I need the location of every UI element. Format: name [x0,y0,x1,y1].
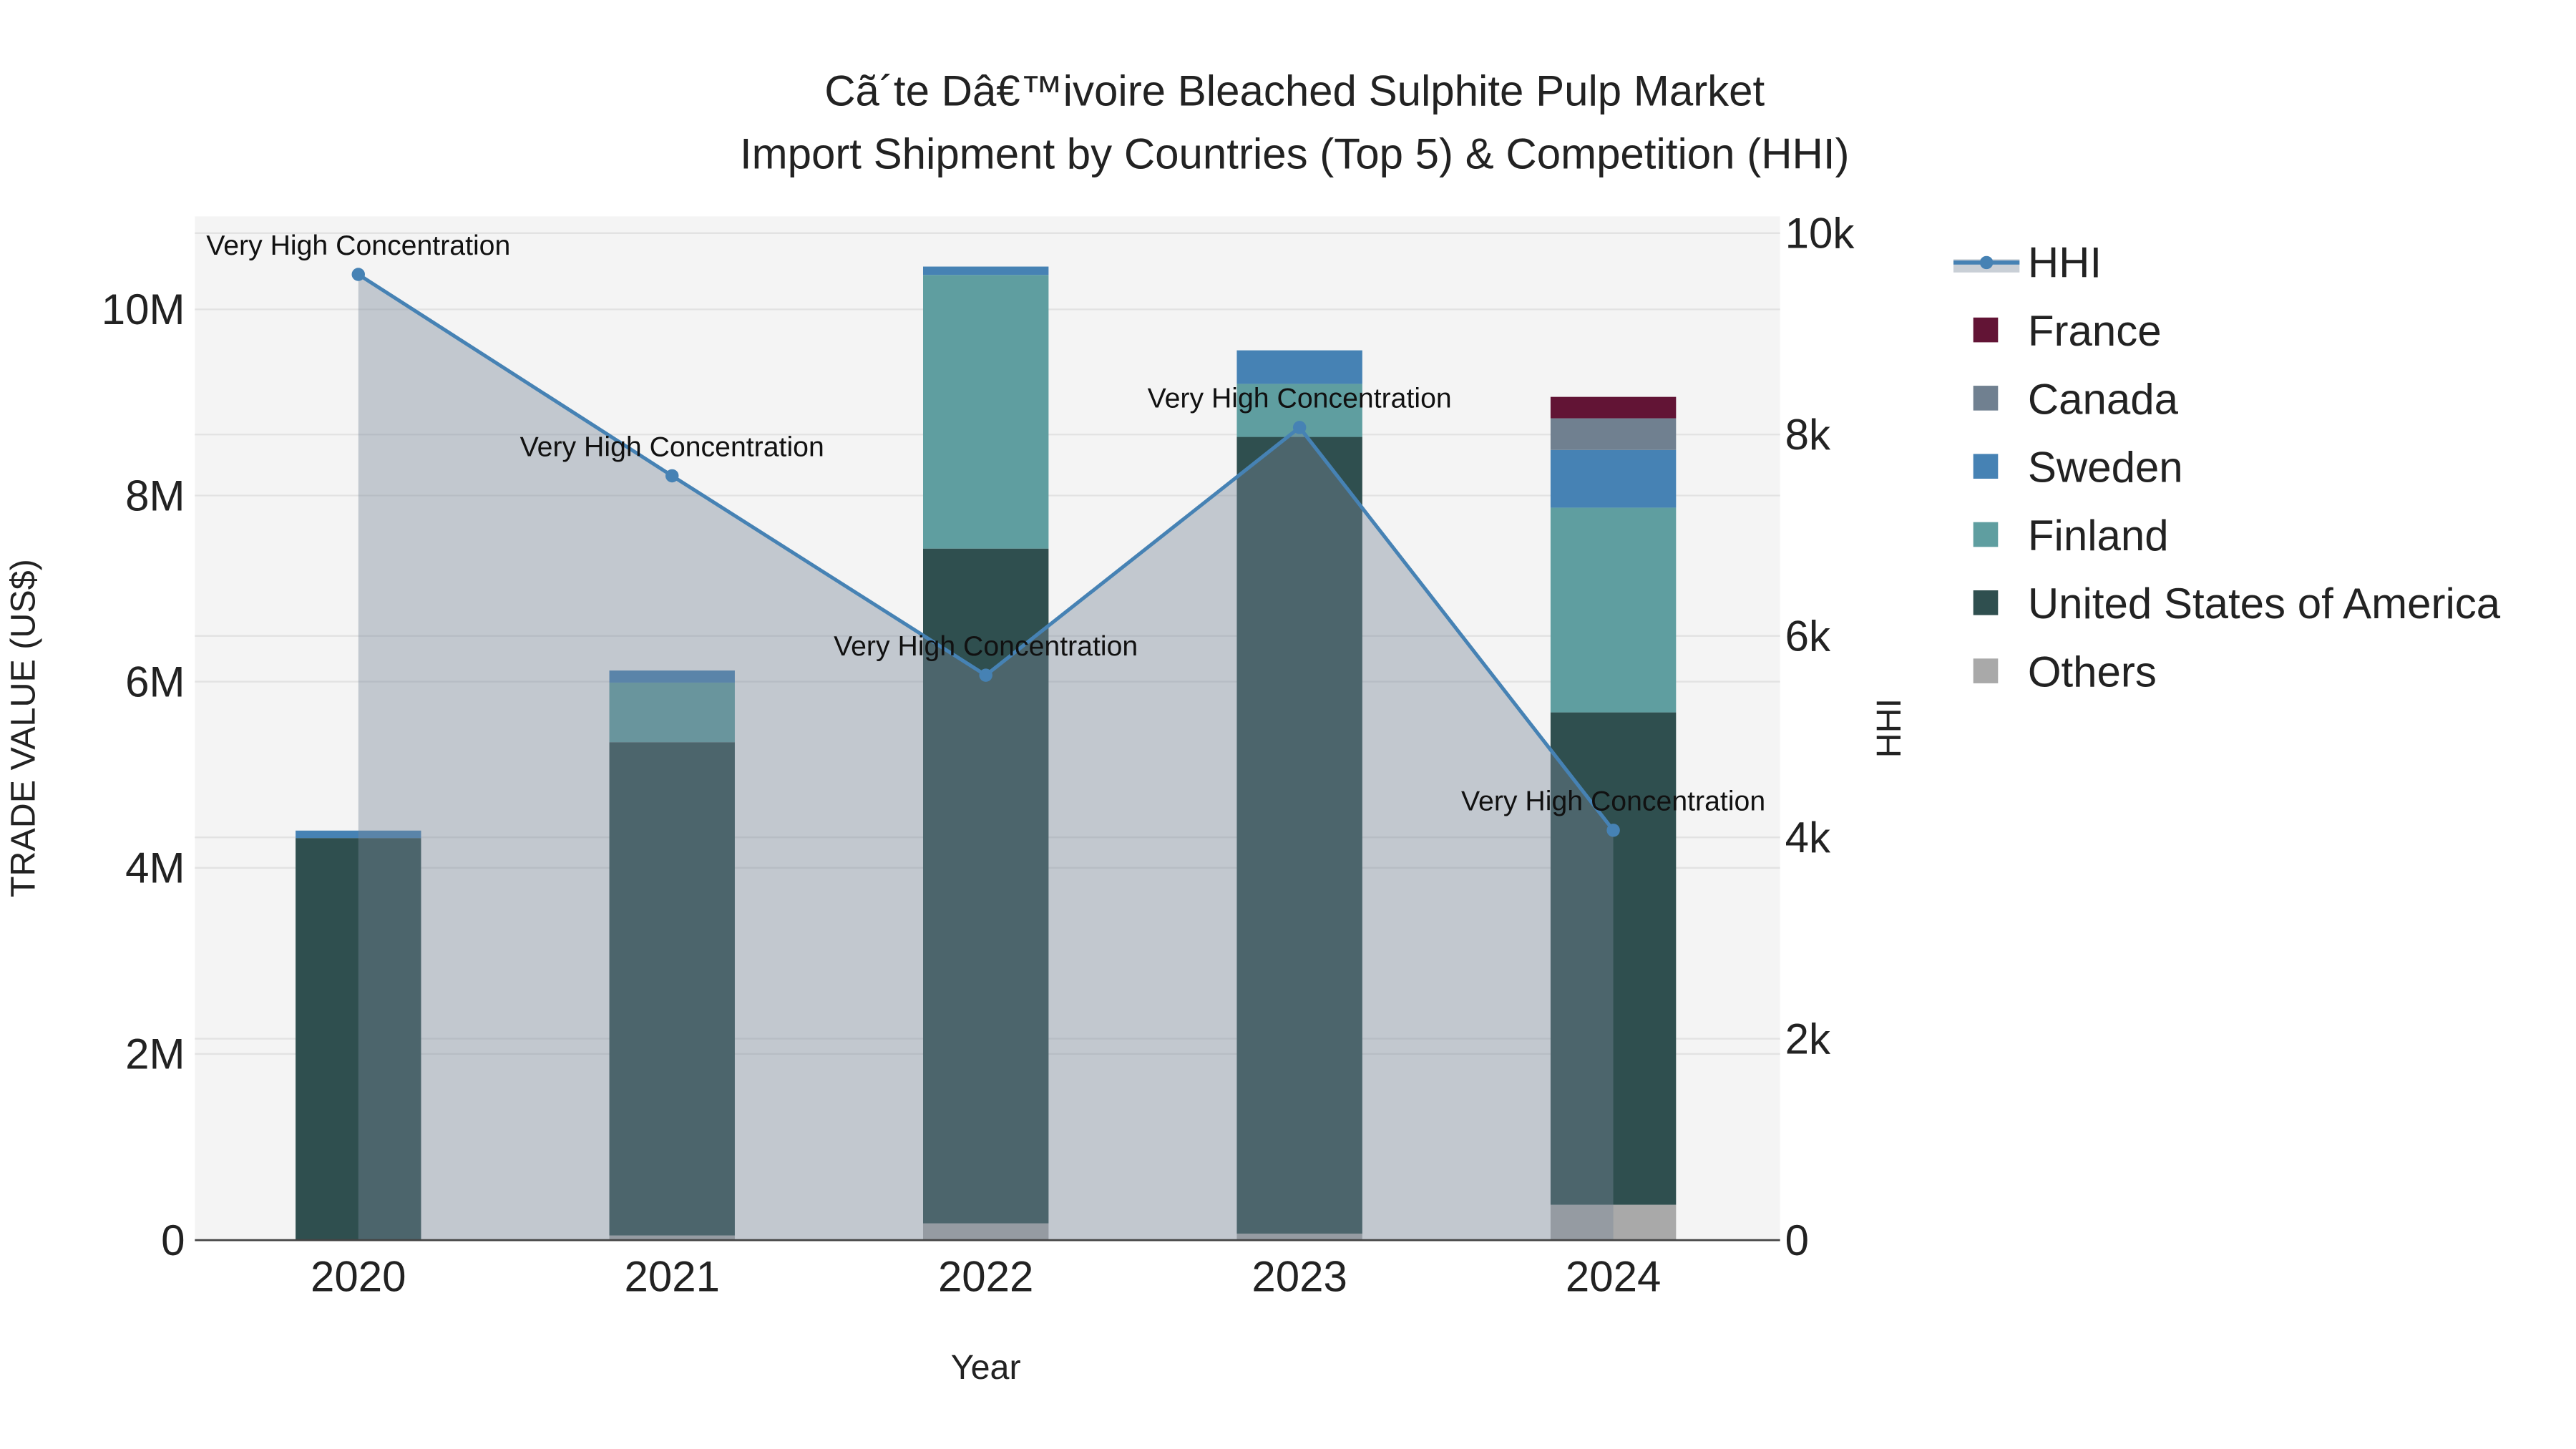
hhi-annotation: Very High Concentration [206,230,510,261]
bar-canada-2024 [1550,418,1677,450]
hhi-point-2020 [351,268,365,281]
hhi-annotation: Very High Concentration [1148,383,1452,414]
legend-label[interactable]: HHI [2028,239,2102,287]
y2-tick-label: 2k [1785,1015,1831,1063]
legend-label[interactable]: France [2028,307,2162,355]
legend-hhi-marker [1979,255,1994,270]
x-tick-label: 2020 [311,1253,406,1301]
legend-swatch-canada [1973,386,1999,411]
x-axis-title: Year [951,1348,1021,1387]
y-tick-label: 10M [102,286,185,333]
legend-swatch-others [1973,658,1999,683]
chart-subtitle: Import Shipment by Countries (Top 5) & C… [740,130,1850,177]
chart: Very High Concentration Very High Concent… [4,67,2501,1387]
legend-label[interactable]: Sweden [2028,444,2183,492]
hhi-annotation: Very High Concentration [520,431,824,462]
hhi-annotation: Very High Concentration [1461,786,1765,817]
y2-tick-label: 8k [1785,411,1831,459]
legend-swatch-united-states-of-america [1973,590,1999,615]
x-tick-label: 2024 [1566,1253,1661,1301]
y-tick-label: 0 [161,1216,185,1264]
y2-tick-label: 0 [1785,1216,1809,1264]
bar-finland-2022 [923,275,1049,549]
legend: HHI France Canada Sweden Finland United State… [1953,239,2501,696]
legend-label[interactable]: United States of America [2028,580,2501,628]
y-tick-label: 4M [125,844,185,892]
y-tick-label: 8M [125,472,185,519]
legend-swatch-sweden [1973,454,1999,479]
bar-sweden-2023 [1236,350,1362,384]
y-tick-label: 6M [125,658,185,706]
legend-label[interactable]: Others [2028,648,2157,696]
hhi-point-2024 [1606,824,1620,837]
y2-tick-label: 6k [1785,612,1831,660]
legend-label[interactable]: Canada [2028,375,2179,423]
x-tick-label: 2021 [624,1253,719,1301]
x-tick-label: 2022 [938,1253,1033,1301]
bar-france-2024 [1550,396,1677,419]
y2-axis-title: HHI [1870,698,1908,758]
hhi-point-2023 [1292,421,1307,434]
hhi-annotation: Very High Concentration [834,630,1138,662]
legend-swatch-finland [1973,522,1999,547]
y-axis-title: TRADE VALUE (US$) [4,559,42,897]
y-tick-label: 2M [125,1030,185,1078]
bar-sweden-2022 [923,266,1049,275]
chart-title: Cã´te Dâ€™ivoire Bleached Sulphite Pulp … [824,67,1765,115]
y2-tick-label: 10k [1785,210,1855,258]
legend-swatch-france [1973,317,1999,343]
legend-label[interactable]: Finland [2028,512,2169,560]
hhi-point-2022 [979,668,992,682]
y2-tick-label: 4k [1785,814,1831,862]
x-tick-label: 2023 [1252,1253,1347,1301]
hhi-point-2021 [665,469,679,483]
bar-sweden-2024 [1550,449,1677,508]
bar-finland-2024 [1550,507,1677,713]
